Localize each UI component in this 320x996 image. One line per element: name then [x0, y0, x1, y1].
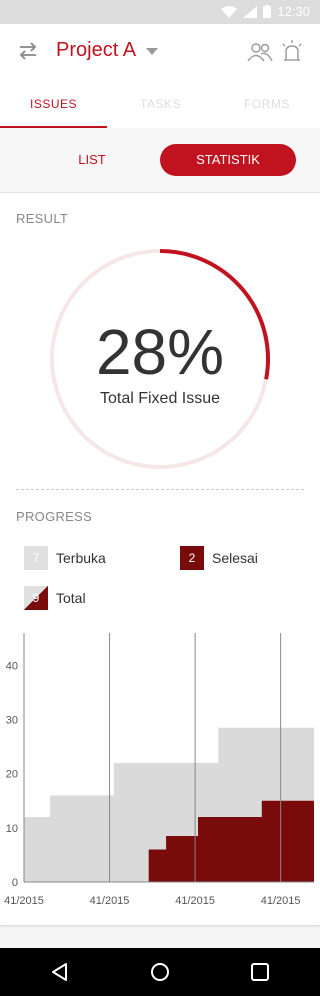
- tab-issues-label: ISSUES: [29, 97, 77, 111]
- chart-x-tick-0: 41/2015: [4, 895, 44, 907]
- statistik-button-label: STATISTIK: [196, 152, 260, 167]
- chart-y-tick-0: 0: [12, 877, 18, 889]
- status-bar: 12:30: [0, 0, 320, 24]
- wifi-icon: [221, 5, 238, 18]
- app-bar: Project A: [0, 24, 320, 80]
- switch-project-icon[interactable]: [18, 42, 38, 60]
- battery-icon: [263, 5, 272, 18]
- status-time: 12:30: [277, 4, 310, 19]
- recents-icon[interactable]: [251, 963, 269, 981]
- back-icon[interactable]: [50, 962, 70, 982]
- chart-x-tick-3: 41/2015: [261, 895, 301, 907]
- home-icon[interactable]: [150, 962, 170, 982]
- legend-terbuka-count: 7: [32, 551, 40, 565]
- chart-y-tick-3: 30: [6, 715, 18, 727]
- tab-issues[interactable]: ISSUES: [0, 80, 107, 128]
- progress-chart: 0 10 20 30 40 41/2015 41/2015 41/2015 41/2015: [4, 633, 314, 907]
- legend-selesai-count: 2: [188, 551, 196, 565]
- statistik-button[interactable]: STATISTIK: [160, 144, 296, 176]
- chart-y-tick-1: 10: [6, 823, 18, 835]
- legend-selesai-label: Selesai: [212, 550, 258, 566]
- alarm-icon[interactable]: [281, 40, 303, 62]
- result-caption: Total Fixed Issue: [99, 390, 221, 407]
- view-toggle: LIST STATISTIK: [0, 128, 320, 193]
- legend-terbuka-swatch: 7: [24, 546, 48, 570]
- tab-forms-label: FORMS: [244, 97, 290, 111]
- result-percent: 28%: [95, 316, 225, 388]
- chevron-down-icon[interactable]: [146, 48, 158, 55]
- team-icon[interactable]: [247, 42, 273, 62]
- list-button-label: LIST: [78, 152, 106, 167]
- result-label: RESULT: [16, 211, 69, 226]
- chart-x-tick-2: 41/2015: [175, 895, 215, 907]
- tab-tasks-label: TASKS: [140, 97, 181, 111]
- legend-terbuka: 7 Terbuka: [24, 546, 106, 570]
- legend-total-count: 9: [32, 591, 40, 605]
- legend-selesai: 2 Selesai: [180, 546, 258, 570]
- section-divider: [16, 489, 304, 490]
- system-nav-bar: [0, 948, 320, 996]
- legend-selesai-swatch: 2: [180, 546, 204, 570]
- legend-total-swatch: 9: [24, 586, 48, 610]
- statistics-card: RESULT 28% Total Fixed Issue PROGRESS 7 …: [0, 193, 320, 925]
- progress-label: PROGRESS: [16, 509, 93, 524]
- legend-terbuka-label: Terbuka: [56, 550, 106, 566]
- chart-y-tick-4: 40: [6, 660, 18, 672]
- legend-total: 9 Total: [24, 586, 86, 610]
- list-button[interactable]: LIST: [24, 144, 160, 176]
- chart-y-tick-2: 20: [6, 769, 18, 781]
- signal-icon: [243, 5, 258, 18]
- tab-forms[interactable]: FORMS: [214, 80, 320, 128]
- tab-bar: ISSUES TASKS FORMS: [0, 80, 320, 129]
- project-title[interactable]: Project A: [56, 39, 136, 62]
- tab-tasks[interactable]: TASKS: [107, 80, 214, 128]
- legend-total-label: Total: [56, 590, 86, 606]
- chart-x-tick-1: 41/2015: [90, 895, 130, 907]
